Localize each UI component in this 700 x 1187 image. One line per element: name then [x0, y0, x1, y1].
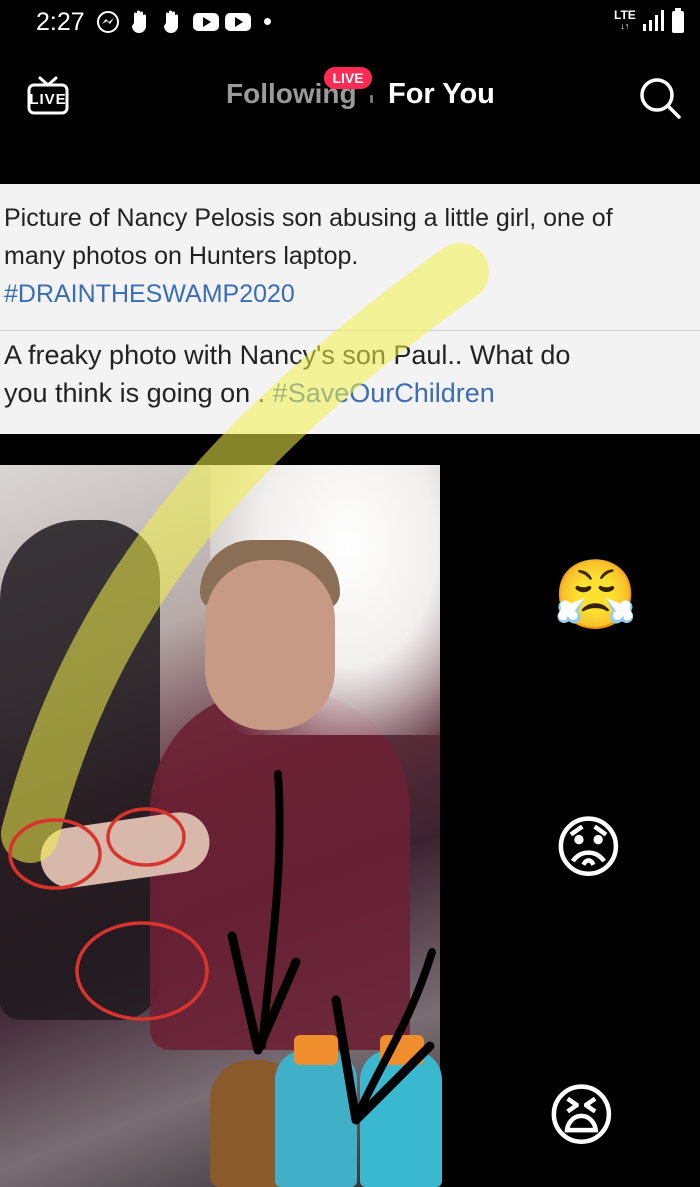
tab-for-you[interactable]: For You	[388, 78, 495, 111]
worried-face-emoji: 😟	[553, 810, 624, 886]
search-icon	[640, 78, 681, 119]
signal-icon	[641, 10, 665, 32]
notification-dot-icon	[264, 18, 271, 25]
black-arrow	[352, 948, 436, 1123]
search-button[interactable]	[638, 76, 682, 120]
status-bar: 2:27 LTE ↓↑	[0, 0, 700, 46]
status-time: 2:27	[36, 8, 85, 36]
youtube-icon	[224, 10, 252, 34]
red-circle	[75, 921, 209, 1021]
annotation-overlay	[1, 243, 489, 1125]
live-label: LIVE	[29, 91, 67, 108]
steam-face-emoji: 😤	[553, 557, 638, 633]
highlighter-stroke	[1, 243, 489, 863]
tab-separator	[370, 95, 373, 103]
tired-face-emoji: 😫	[546, 1078, 617, 1154]
red-circle	[106, 807, 186, 867]
live-tv-button[interactable]: LIVE	[26, 74, 70, 118]
hand-icon	[160, 10, 186, 34]
messenger-icon	[96, 10, 120, 34]
battery-icon	[672, 8, 684, 33]
network-type: LTE ↓↑	[614, 8, 636, 31]
live-badge: LIVE	[324, 67, 372, 89]
youtube-icon	[192, 10, 220, 34]
hand-icon	[128, 10, 154, 34]
